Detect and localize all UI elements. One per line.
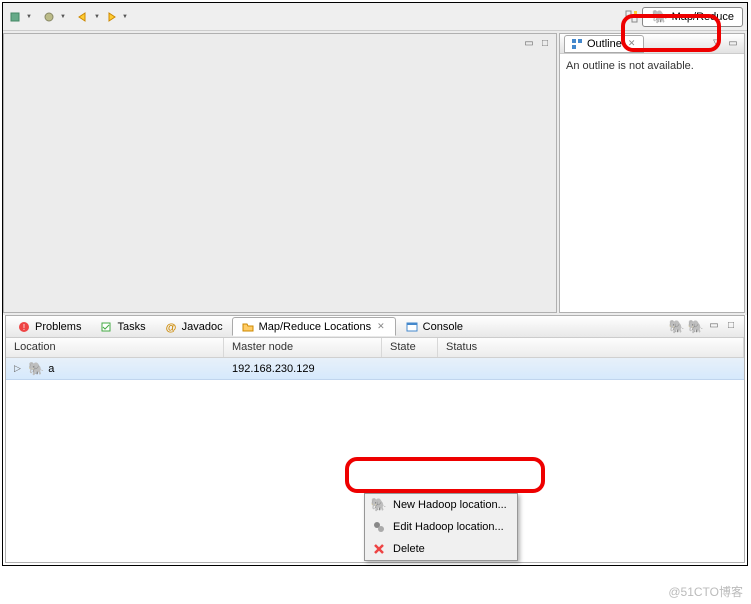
elephant-icon: 🐘 bbox=[651, 9, 667, 25]
locations-table: Location Master node State Status ▷ 🐘 a … bbox=[6, 338, 744, 562]
delete-icon bbox=[371, 541, 387, 557]
outline-tab[interactable]: Outline ✕ bbox=[564, 35, 644, 53]
console-icon bbox=[405, 320, 419, 334]
edit-icon bbox=[371, 519, 387, 535]
minimize-icon[interactable]: ▽ bbox=[710, 37, 724, 51]
editor-area: ▭ □ bbox=[3, 33, 557, 313]
bottom-panel: ! Problems Tasks @ Javadoc Map/Reduce Lo… bbox=[5, 315, 745, 563]
elephant-icon: 🐘 bbox=[28, 361, 44, 377]
svg-text:@: @ bbox=[165, 322, 176, 333]
close-icon[interactable]: ✕ bbox=[626, 38, 638, 49]
action-icon[interactable]: 🐘 bbox=[688, 319, 704, 335]
tabs-bar: ! Problems Tasks @ Javadoc Map/Reduce Lo… bbox=[6, 316, 744, 338]
problems-icon: ! bbox=[17, 320, 31, 334]
forward-button[interactable] bbox=[103, 9, 119, 25]
back-button[interactable] bbox=[75, 9, 91, 25]
panel-menu-icon[interactable]: ▭ bbox=[726, 37, 740, 51]
column-status[interactable]: Status bbox=[438, 338, 744, 357]
minimize-icon[interactable]: ▭ bbox=[522, 36, 536, 50]
column-location[interactable]: Location bbox=[6, 338, 224, 357]
svg-text:!: ! bbox=[23, 323, 25, 332]
dropdown-arrow[interactable]: ▼ bbox=[121, 9, 129, 25]
action-icon[interactable]: 🐘 bbox=[669, 319, 685, 335]
table-header: Location Master node State Status bbox=[6, 338, 744, 358]
outline-icon bbox=[571, 38, 583, 50]
tab-label: Map/Reduce Locations bbox=[259, 321, 372, 333]
maximize-icon[interactable]: □ bbox=[724, 319, 738, 333]
outline-panel: Outline ✕ ▽ ▭ An outline is not availabl… bbox=[559, 33, 745, 313]
menu-item-label: Edit Hadoop location... bbox=[393, 521, 504, 533]
close-icon[interactable]: ✕ bbox=[375, 321, 387, 332]
context-menu: 🐘 New Hadoop location... Edit Hadoop loc… bbox=[364, 493, 518, 561]
outline-empty-message: An outline is not available. bbox=[560, 54, 744, 78]
tab-problems[interactable]: ! Problems bbox=[8, 317, 90, 336]
perspective-switch-icon[interactable] bbox=[624, 9, 640, 25]
row-master: 192.168.230.129 bbox=[224, 363, 382, 375]
dropdown-arrow[interactable]: ▼ bbox=[59, 9, 67, 25]
tab-label: Tasks bbox=[117, 321, 145, 333]
javadoc-icon: @ bbox=[164, 320, 178, 334]
dropdown-arrow[interactable]: ▼ bbox=[25, 9, 33, 25]
folder-icon bbox=[241, 320, 255, 334]
column-state[interactable]: State bbox=[382, 338, 438, 357]
menu-new-hadoop-location[interactable]: 🐘 New Hadoop location... bbox=[365, 494, 517, 516]
watermark: @51CTO博客 bbox=[668, 583, 743, 600]
tab-tasks[interactable]: Tasks bbox=[90, 317, 154, 336]
dropdown-arrow[interactable]: ▼ bbox=[93, 9, 101, 25]
column-master[interactable]: Master node bbox=[224, 338, 382, 357]
table-row[interactable]: ▷ 🐘 a 192.168.230.129 bbox=[6, 358, 744, 380]
toolbar-btn-1[interactable] bbox=[7, 9, 23, 25]
tab-javadoc[interactable]: @ Javadoc bbox=[155, 317, 232, 336]
tab-label: Javadoc bbox=[182, 321, 223, 333]
elephant-icon: 🐘 bbox=[371, 497, 387, 513]
menu-edit-hadoop-location[interactable]: Edit Hadoop location... bbox=[365, 516, 517, 538]
tasks-icon bbox=[99, 320, 113, 334]
expand-arrow-icon[interactable]: ▷ bbox=[14, 363, 24, 374]
tab-label: Console bbox=[423, 321, 463, 333]
tab-map-reduce-locations[interactable]: Map/Reduce Locations ✕ bbox=[232, 317, 396, 336]
perspective-label: Map/Reduce bbox=[672, 11, 734, 23]
tab-console[interactable]: Console bbox=[396, 317, 472, 336]
menu-delete[interactable]: Delete bbox=[365, 538, 517, 560]
menu-item-label: Delete bbox=[393, 543, 425, 555]
tab-label: Problems bbox=[35, 321, 81, 333]
toolbar-btn-2[interactable] bbox=[41, 9, 57, 25]
outline-tab-label: Outline bbox=[587, 38, 622, 50]
perspective-map-reduce[interactable]: 🐘 Map/Reduce bbox=[642, 7, 743, 27]
row-location-name: a bbox=[48, 363, 54, 375]
maximize-icon[interactable]: □ bbox=[538, 36, 552, 50]
main-toolbar: ▼ ▼ ▼ ▼ 🐘 Map/Reduce bbox=[3, 3, 747, 31]
menu-item-label: New Hadoop location... bbox=[393, 499, 507, 511]
minimize-icon[interactable]: ▭ bbox=[707, 319, 721, 333]
